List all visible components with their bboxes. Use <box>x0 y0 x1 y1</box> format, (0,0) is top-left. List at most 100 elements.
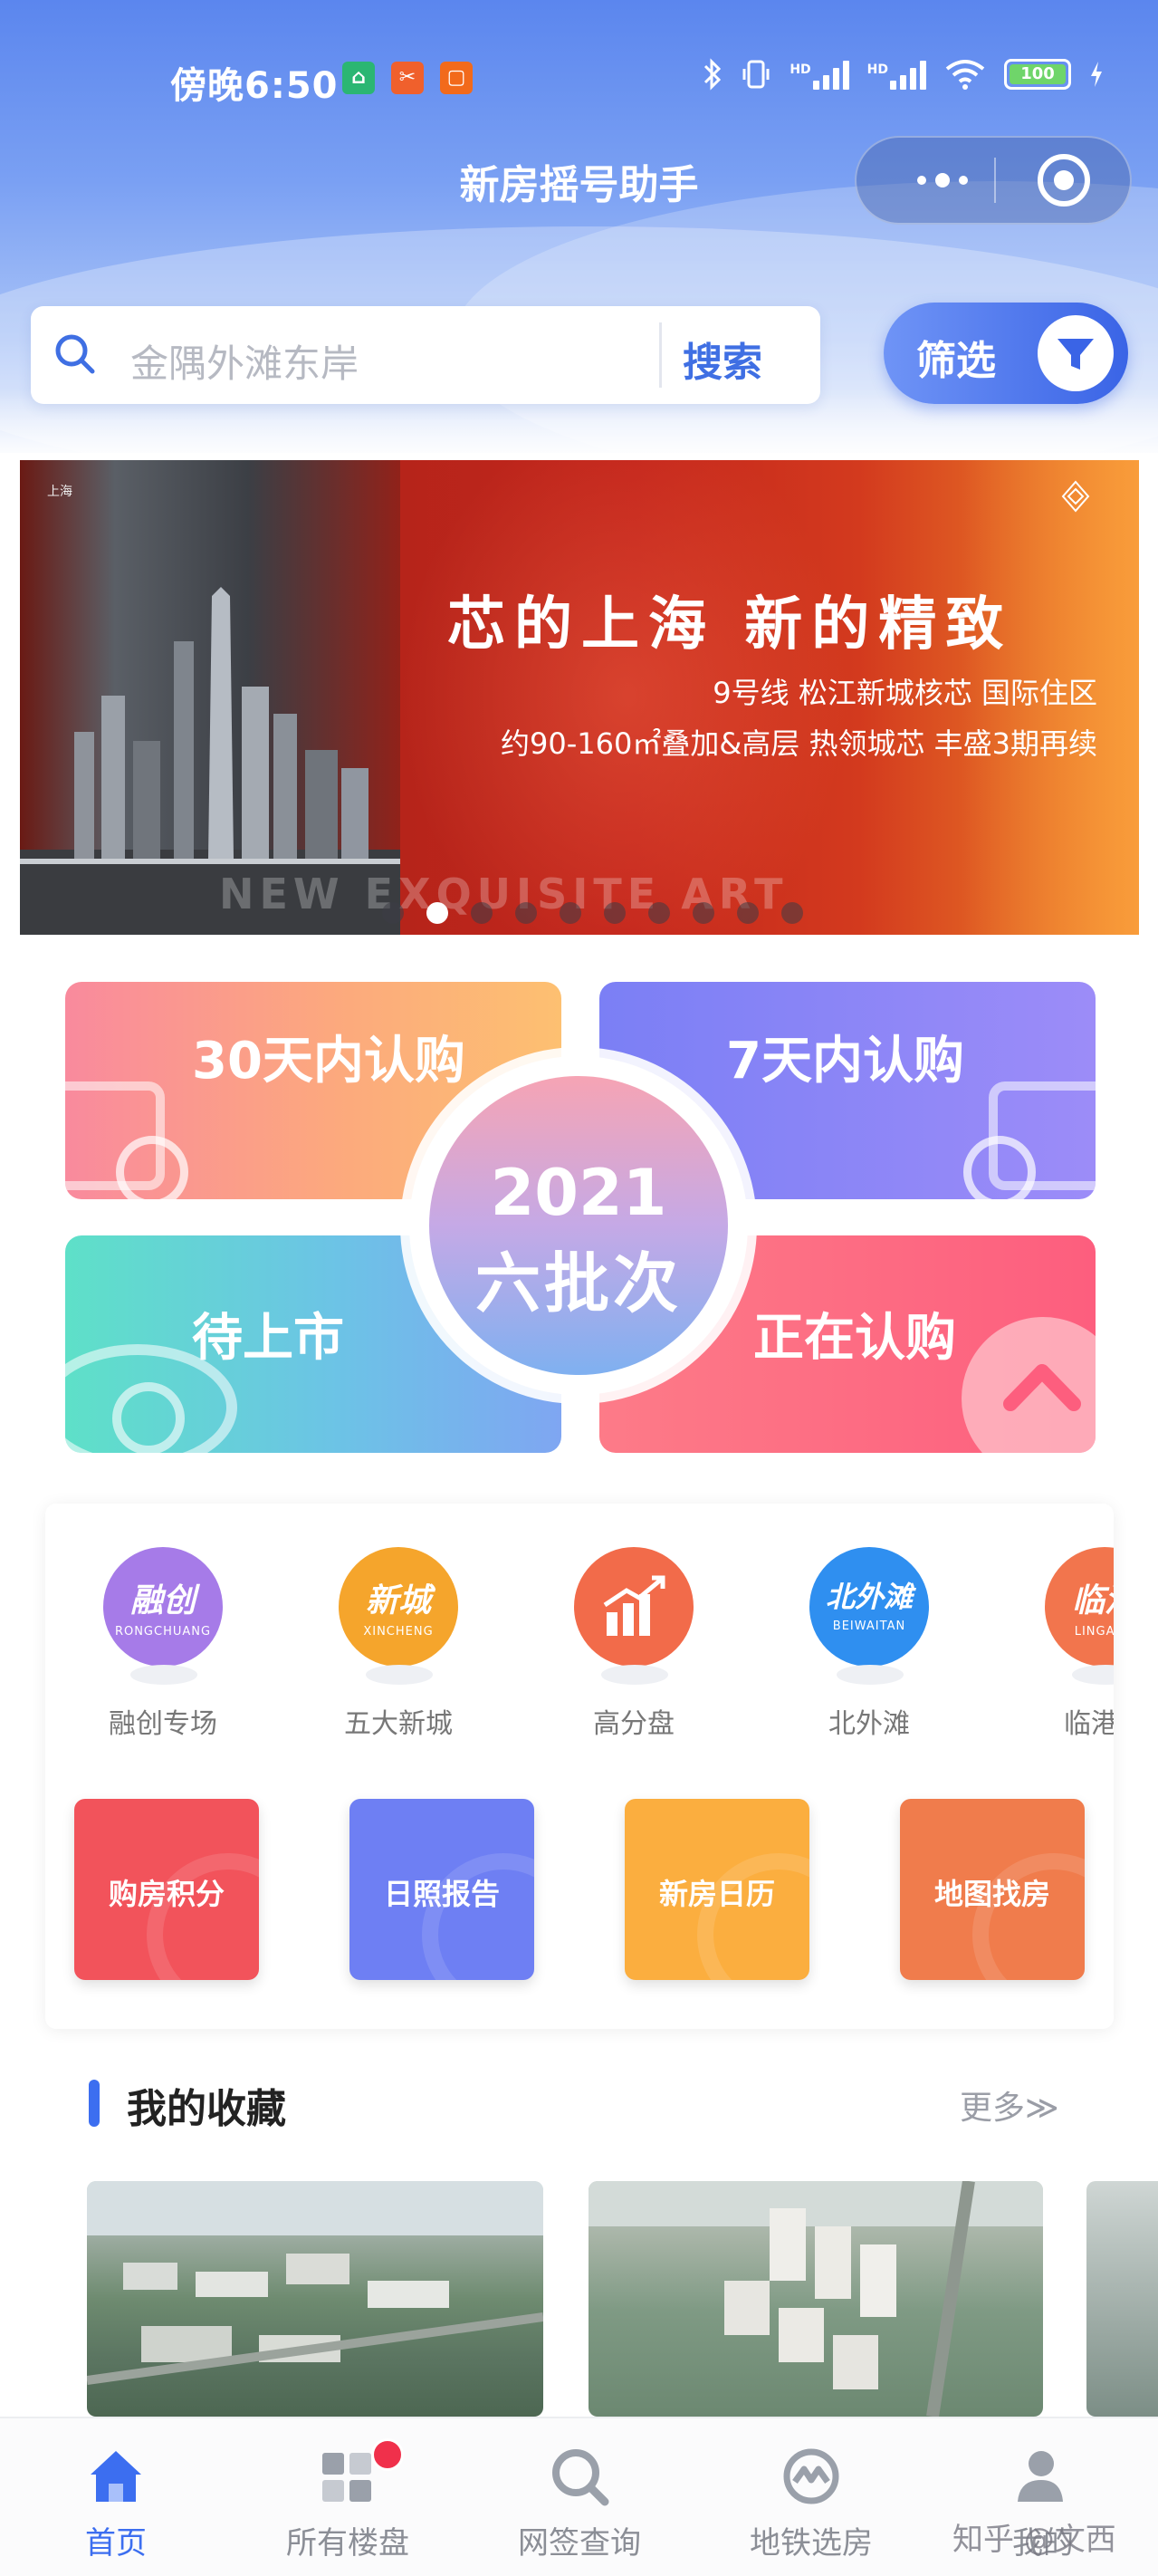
category-north-bund[interactable]: 北外滩 BEIWAITAN 北外滩 <box>764 1547 945 1740</box>
tab-metro-search[interactable]: 地铁选房 <box>695 2418 927 2576</box>
quad-label: 正在认购 <box>753 1309 956 1368</box>
skyline-image <box>20 587 400 935</box>
favorite-property-card[interactable] <box>87 2181 543 2417</box>
chevron-up-icon <box>1003 1364 1081 1411</box>
cell-signal-2-icon: HD <box>867 59 926 90</box>
rongchuang-icon: 融创 RONGCHUANG <box>103 1547 223 1667</box>
vibrate-icon <box>742 60 770 89</box>
battery-icon: 100 <box>1004 59 1071 90</box>
carousel-dot[interactable] <box>781 902 803 924</box>
clock-icon <box>116 1136 188 1199</box>
dot-icon <box>935 173 950 187</box>
batch-badge-inner: 2021 六批次 <box>429 1076 728 1375</box>
property-aerial-image <box>87 2181 543 2385</box>
property-aerial-image <box>589 2181 1043 2417</box>
icon-shadow <box>837 1665 904 1685</box>
scissors-app-icon: ✂ <box>391 62 424 94</box>
category-new-towns[interactable]: 新城 XINCHENG 五大新城 <box>293 1547 474 1740</box>
icon-shadow <box>601 1665 668 1685</box>
tab-home[interactable]: 首页 <box>0 2418 232 2576</box>
wifi-icon <box>945 60 985 90</box>
carousel-dot[interactable] <box>382 902 404 924</box>
close-mini-program-button[interactable] <box>1038 154 1090 207</box>
category-rongchuang[interactable]: 融创 RONGCHUANG 融创专场 <box>58 1547 239 1740</box>
search-button[interactable]: 搜索 <box>683 330 762 388</box>
home-app-icon: ⌂ <box>342 62 375 94</box>
clock-icon <box>963 1136 1036 1199</box>
tool-label: 购房积分 <box>108 1877 225 1911</box>
capsule-divider <box>994 158 996 203</box>
category-lingang[interactable]: 临港 LINGANG 临港项 <box>1000 1547 1114 1740</box>
icon-shadow <box>366 1665 433 1685</box>
category-label: 高分盘 <box>593 1708 675 1740</box>
carousel-dot[interactable] <box>648 902 670 924</box>
tab-label: 地铁选房 <box>750 2525 873 2562</box>
status-time: 傍晚6:50 <box>170 65 339 107</box>
carousel-dot[interactable] <box>426 902 448 924</box>
carousel-dot[interactable] <box>737 902 759 924</box>
carousel-dot[interactable] <box>560 902 581 924</box>
home-icon <box>91 2451 141 2502</box>
category-label: 五大新城 <box>344 1708 453 1740</box>
purchase-points-button[interactable]: 购房积分 <box>74 1799 259 1980</box>
tool-label: 日照报告 <box>383 1877 500 1911</box>
category-logo-subtext: BEIWAITAN <box>832 1620 906 1633</box>
banner-brand: 上海 <box>47 485 72 499</box>
carousel-dot[interactable] <box>471 902 493 924</box>
mini-program-capsule <box>855 136 1132 225</box>
filter-label: 筛选 <box>916 338 996 384</box>
new-home-calendar-button[interactable]: 新房日历 <box>625 1799 809 1980</box>
beiwaitan-icon: 北外滩 BEIWAITAN <box>809 1547 929 1667</box>
banner-headline: 芯的上海 新的精致 <box>447 591 1013 658</box>
status-bar: 傍晚6:50 ⌂ ✂ ▢ HD HD 100 <box>0 45 1158 118</box>
map-search-button[interactable]: 地图找房 <box>900 1799 1085 1980</box>
promo-banner[interactable]: 上海 芯的上海 新的精致 9号线 松江新城核芯 国际住区 约90-160㎡叠加&… <box>20 460 1139 935</box>
category-high-score[interactable]: 高分盘 <box>529 1547 710 1740</box>
category-logo-subtext: RONGCHUANG <box>114 1625 212 1639</box>
tab-all-properties[interactable]: 所有楼盘 <box>232 2418 464 2576</box>
cell-signal-1-icon: HD <box>790 59 849 90</box>
tab-label: 首页 <box>85 2525 147 2562</box>
carousel-dot[interactable] <box>515 902 537 924</box>
favorite-property-card[interactable] <box>589 2181 1043 2417</box>
carousel-dot[interactable] <box>693 902 714 924</box>
tool-label: 新房日历 <box>658 1877 775 1911</box>
dot-icon <box>917 176 926 185</box>
search-input[interactable]: 金隅外滩东岸 <box>130 333 359 389</box>
favorites-more-link[interactable]: 更多≫ <box>960 2081 1059 2129</box>
user-icon <box>1018 2451 1063 2502</box>
quad-label: 30天内认购 <box>192 1032 465 1091</box>
sunlight-report-button[interactable]: 日照报告 <box>349 1799 534 1980</box>
icon-shadow <box>130 1665 197 1685</box>
tab-contract-query[interactable]: 网签查询 <box>464 2418 695 2576</box>
xincheng-icon: 新城 XINCHENG <box>339 1547 458 1667</box>
notification-badge <box>371 2438 404 2471</box>
banner-city-panel <box>20 460 400 935</box>
carousel-dot[interactable] <box>604 902 626 924</box>
tool-label: 地图找房 <box>933 1877 1050 1911</box>
category-logo-text: 北外滩 <box>825 1580 913 1614</box>
quad-label: 待上市 <box>192 1309 344 1368</box>
banner-subtitle: 约90-160㎡叠加&高层 热领城芯 丰盛3期再续 <box>500 726 1097 761</box>
category-logo-text: 临港 <box>1071 1582 1114 1620</box>
square-app-icon: ▢ <box>440 62 473 94</box>
batch-badge[interactable]: 2021 六批次 <box>409 1056 748 1395</box>
metro-icon <box>783 2448 839 2504</box>
carousel-dots[interactable] <box>382 902 803 924</box>
search-icon <box>55 334 95 374</box>
search-bar[interactable]: 金隅外滩东岸 搜索 <box>31 306 820 404</box>
filter-button[interactable]: 筛选 <box>884 303 1128 404</box>
favorites-title: 我的收藏 <box>127 2086 286 2132</box>
tab-label: 网签查询 <box>518 2525 641 2562</box>
category-label: 临港项 <box>1064 1708 1114 1740</box>
battery-level: 100 <box>1010 64 1066 84</box>
more-menu-button[interactable] <box>893 138 992 223</box>
category-label: 融创专场 <box>109 1708 217 1740</box>
batch-count: 六批次 <box>474 1245 682 1322</box>
status-icons: HD HD 100 <box>703 58 1104 91</box>
filter-icon <box>1038 315 1114 391</box>
batch-year: 2021 <box>490 1156 667 1230</box>
category-logo-subtext: LINGANG <box>1074 1625 1114 1639</box>
favorite-property-card[interactable] <box>1086 2181 1158 2417</box>
section-accent-bar <box>89 2080 100 2127</box>
